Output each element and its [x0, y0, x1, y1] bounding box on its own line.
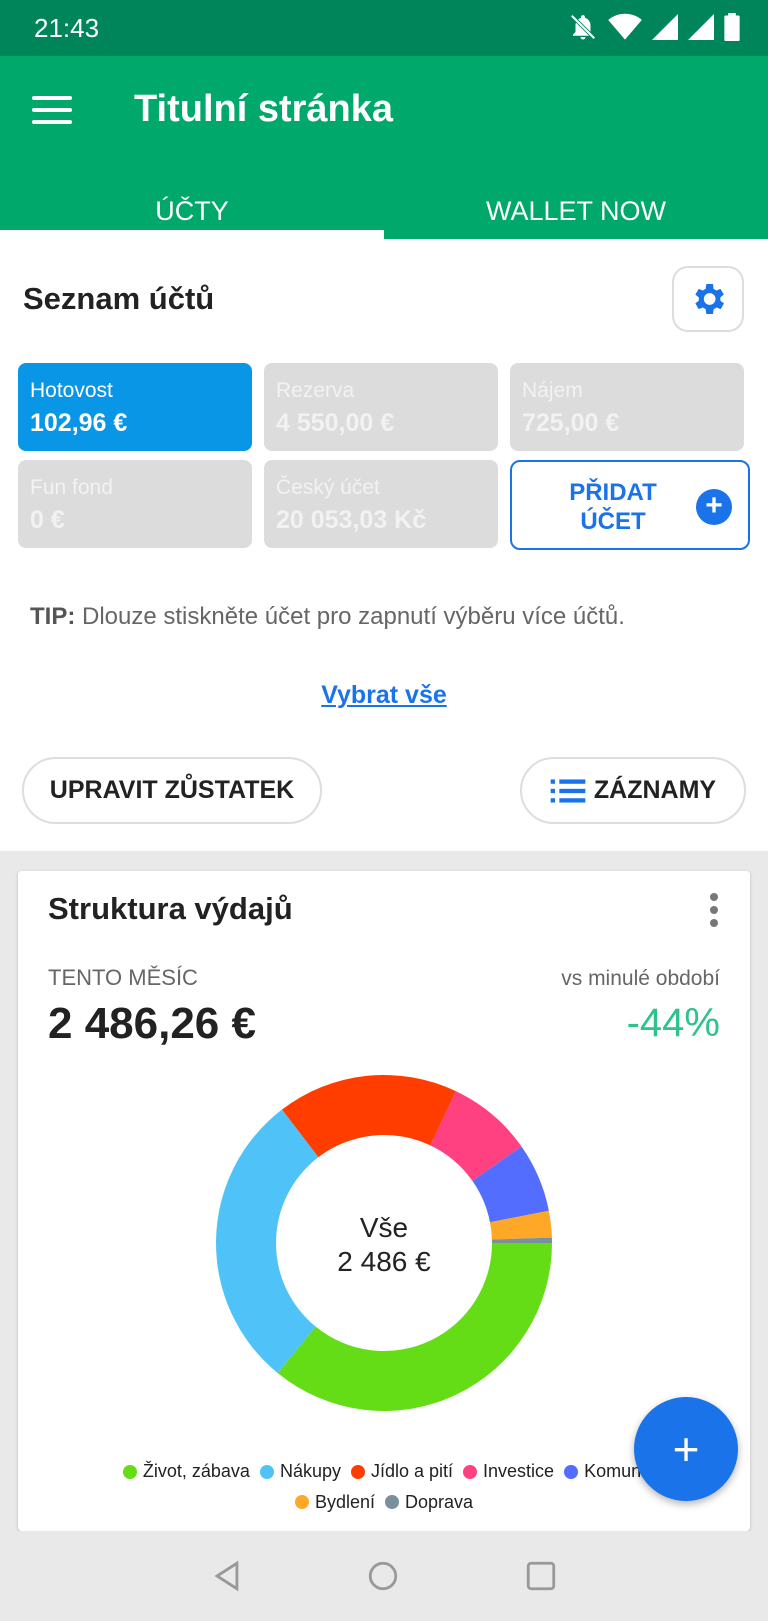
gear-icon: [695, 284, 724, 314]
donut-center-label: Vše: [359, 1212, 409, 1243]
tab-wallet-now[interactable]: WALLET NOW: [384, 184, 768, 239]
legend-label: Nákupy: [279, 1461, 341, 1481]
add-account-label: PŘIDAT ÚČET: [569, 479, 657, 535]
back-icon[interactable]: [210, 1559, 244, 1593]
legend-dot: [350, 1464, 365, 1479]
account-balance: 102,96 €: [30, 409, 128, 437]
account-balance: 4 550,00 €: [276, 409, 395, 437]
expense-card-title: Struktura výdajů: [48, 891, 293, 926]
plus-icon: +: [672, 1423, 700, 1475]
account-name: Český účet: [276, 476, 380, 499]
wifi-icon: [608, 13, 642, 40]
accounts-section: Seznam účtů Hotovost 102,96 € Rezerva 4 …: [0, 239, 768, 851]
tip-text: TIP: Dlouze stiskněte účet pro zapnutí v…: [30, 603, 625, 631]
adjust-balance-label: UPRAVIT ZŮSTATEK: [49, 776, 295, 804]
status-time: 21:43: [34, 13, 100, 43]
signal-icon: [652, 14, 678, 40]
select-all-link[interactable]: Vybrat vše: [0, 681, 768, 710]
legend-dot: [463, 1464, 478, 1479]
signal-roaming-icon: [688, 14, 714, 40]
legend-item: Život, zábava: [122, 1457, 250, 1486]
status-icons: [568, 12, 740, 42]
tip-body: Dlouze stiskněte účet pro zapnutí výběru…: [75, 603, 625, 630]
plus-circle-icon: +: [696, 489, 732, 525]
legend-dot: [259, 1464, 274, 1479]
account-balance: 0 €: [30, 506, 65, 534]
tip-prefix: TIP:: [30, 603, 76, 630]
legend-label: Jídlo a pití: [370, 1461, 454, 1481]
legend-dot: [294, 1495, 309, 1509]
add-record-button[interactable]: +: [634, 1397, 738, 1501]
account-rezerva[interactable]: Rezerva 4 550,00 €: [264, 363, 498, 451]
home-icon[interactable]: [366, 1559, 400, 1593]
legend-label: Život, zábava: [142, 1461, 250, 1481]
adjust-balance-button[interactable]: UPRAVIT ZŮSTATEK: [22, 757, 322, 824]
period-label: TENTO MĚSÍC: [48, 965, 198, 990]
notifications-off-icon: [570, 14, 596, 40]
legend-label: Investice: [483, 1461, 555, 1481]
donut-center-value: 2 486 €: [337, 1246, 431, 1277]
comparison-label: vs minulé období: [561, 967, 720, 990]
comparison-value: -44%: [626, 1001, 720, 1045]
account-balance: 20 053,03 Kč: [276, 506, 427, 534]
legend-item: Investice: [463, 1457, 554, 1486]
records-label: ZÁZNAMY: [593, 776, 717, 804]
accounts-title: Seznam účtů: [23, 281, 215, 316]
legend-dot: [122, 1464, 137, 1479]
page-title: Titulní stránka: [134, 88, 394, 130]
account-name: Hotovost: [30, 379, 113, 402]
app-bar: Titulní stránka ÚČTY WALLET NOW: [0, 56, 768, 239]
legend-label: Doprava: [405, 1491, 474, 1512]
legend-dot: [564, 1464, 579, 1479]
account-fun-fond[interactable]: Fun fond 0 €: [18, 460, 252, 548]
list-icon: [550, 778, 586, 803]
total-amount: 2 486,26 €: [48, 999, 256, 1048]
legend-item: Bydlení: [294, 1488, 375, 1517]
legend-item: Komuni: [564, 1457, 645, 1486]
legend-dot: [385, 1495, 399, 1509]
account-name: Rezerva: [276, 379, 355, 402]
menu-icon[interactable]: [32, 96, 72, 126]
legend-item: Jídlo a pití: [350, 1457, 454, 1486]
account-najem[interactable]: Nájem 725,00 €: [510, 363, 744, 451]
legend-item: Nákupy: [259, 1457, 341, 1486]
account-name: Fun fond: [30, 476, 113, 499]
more-options-icon[interactable]: [710, 893, 720, 932]
settings-button[interactable]: [672, 266, 744, 332]
account-balance: 725,00 €: [522, 409, 620, 437]
records-button[interactable]: ZÁZNAMY: [520, 757, 746, 824]
add-account-button[interactable]: PŘIDAT ÚČET +: [510, 460, 750, 550]
recents-icon[interactable]: [524, 1559, 558, 1593]
tab-indicator: [0, 230, 384, 239]
legend-label: Bydlení: [314, 1491, 375, 1512]
account-cesky-ucet[interactable]: Český účet 20 053,03 Kč: [264, 460, 498, 548]
system-nav-bar: [0, 1531, 768, 1621]
battery-icon: [724, 13, 740, 41]
legend-item: Doprava: [385, 1488, 473, 1517]
donut-center: Vše 2 486 €: [214, 1211, 554, 1279]
account-name: Nájem: [522, 379, 583, 402]
account-hotovost[interactable]: Hotovost 102,96 €: [18, 363, 252, 451]
status-bar: 21:43: [0, 0, 768, 56]
